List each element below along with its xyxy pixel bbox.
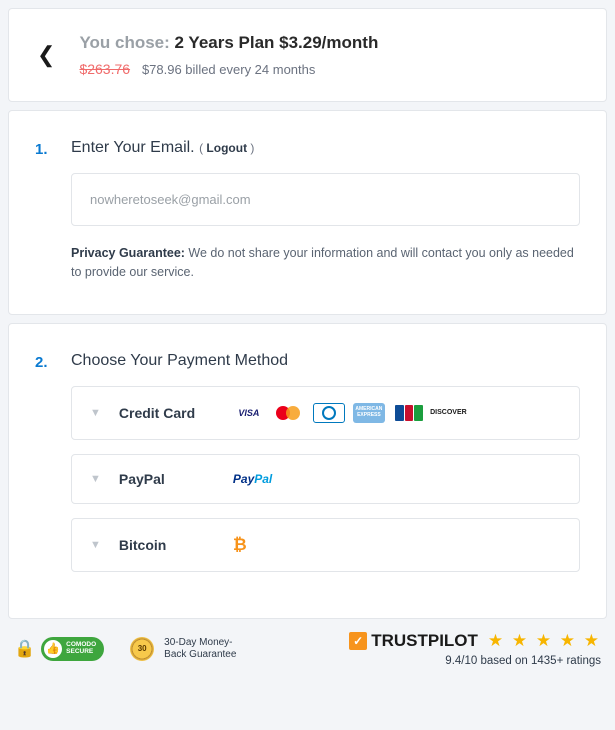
bitcoin-label: Bitcoin — [119, 537, 219, 553]
bitcoin-icon: ₿ — [233, 535, 247, 555]
payment-step-card: 2. Choose Your Payment Method ▼ Credit C… — [8, 323, 607, 619]
email-step-card: 1. Enter Your Email. ( Logout ) Privacy … — [8, 110, 607, 315]
amex-icon: AMERICAN EXPRESS — [353, 403, 385, 423]
payment-option-paypal[interactable]: ▼ PayPal PayPal — [71, 454, 580, 504]
back-chevron-icon[interactable]: ❮ — [33, 38, 59, 72]
plan-name: 2 Years Plan $3.29/month — [175, 33, 379, 52]
step2-title: Choose Your Payment Method — [71, 352, 580, 370]
email-field[interactable] — [71, 173, 580, 226]
credit-card-label: Credit Card — [119, 405, 219, 421]
jcb-icon — [393, 403, 425, 423]
chevron-down-icon: ▼ — [90, 539, 101, 551]
strike-price: $263.76 — [79, 61, 130, 77]
step1-title: Enter Your Email. — [71, 139, 195, 156]
plan-summary-card: ❮ You chose: 2 Years Plan $3.29/month $2… — [8, 8, 607, 102]
comodo-text: COMODOSECURE — [66, 642, 96, 655]
trustpilot-check-icon: ✓ — [349, 632, 367, 650]
chevron-down-icon: ▼ — [90, 473, 101, 485]
discover-icon: DISCOVER — [433, 403, 465, 423]
payment-option-credit-card[interactable]: ▼ Credit Card VISA AMERICAN EXPRESS DISC… — [71, 386, 580, 440]
lock-icon: 🔒 — [14, 639, 35, 659]
payment-option-bitcoin[interactable]: ▼ Bitcoin ₿ — [71, 518, 580, 572]
step-number-2: 2. — [35, 354, 53, 371]
privacy-guarantee: Privacy Guarantee: We do not share your … — [71, 244, 580, 282]
chevron-down-icon: ▼ — [90, 407, 101, 419]
step-number-1: 1. — [35, 141, 53, 158]
rating-text: 9.4/10 based on 1435+ ratings — [349, 655, 601, 667]
plan-details: You chose: 2 Years Plan $3.29/month $263… — [79, 33, 378, 77]
logout-link[interactable]: Logout — [206, 141, 247, 155]
visa-icon: VISA — [233, 403, 265, 423]
logout-wrapper: ( Logout ) — [199, 141, 254, 155]
you-chose-label: You chose: — [79, 33, 169, 52]
money-back-badge-icon: 30 — [130, 637, 154, 661]
paypal-label: PayPal — [119, 471, 219, 487]
diners-icon — [313, 403, 345, 423]
billed-text: $78.96 billed every 24 months — [142, 62, 315, 77]
thumbs-up-icon: 👍 — [44, 640, 62, 658]
guarantee-text: 30-Day Money-Back Guarantee — [164, 637, 254, 661]
step1-title-row: Enter Your Email. ( Logout ) — [71, 139, 580, 157]
paypal-icon: PayPal — [233, 472, 272, 486]
trustpilot-label: TRUSTPILOT — [371, 631, 478, 651]
footer: 🔒 👍 COMODOSECURE 30 30-Day Money-Back Gu… — [0, 627, 615, 667]
comodo-secure-badge: 👍 COMODOSECURE — [41, 637, 104, 661]
plan-price-line: $263.76 $78.96 billed every 24 months — [79, 61, 378, 77]
privacy-label: Privacy Guarantee: — [71, 246, 185, 260]
trustpilot-logo: ✓ TRUSTPILOT — [349, 631, 478, 651]
rating-stars-icon: ★ ★ ★ ★ ★ — [488, 631, 601, 651]
plan-title: You chose: 2 Years Plan $3.29/month — [79, 33, 378, 53]
trustpilot-block: ✓ TRUSTPILOT ★ ★ ★ ★ ★ 9.4/10 based on 1… — [349, 631, 601, 667]
mastercard-icon — [273, 403, 305, 423]
credit-card-icons: VISA AMERICAN EXPRESS DISCOVER — [233, 403, 465, 423]
